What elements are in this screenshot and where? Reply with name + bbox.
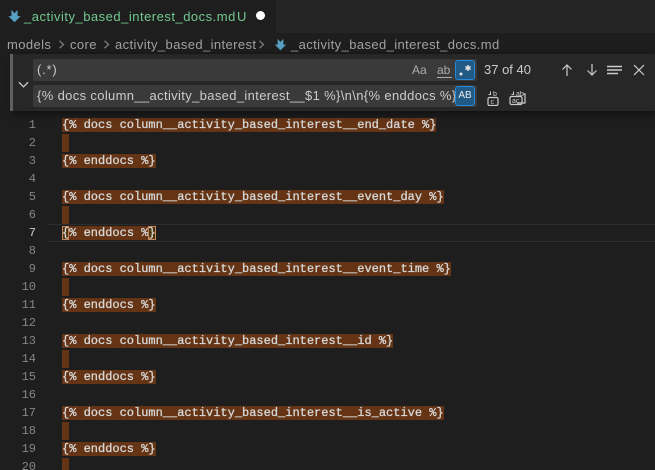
- svg-text:c: c: [491, 99, 495, 106]
- svg-text:ac: ac: [512, 98, 520, 105]
